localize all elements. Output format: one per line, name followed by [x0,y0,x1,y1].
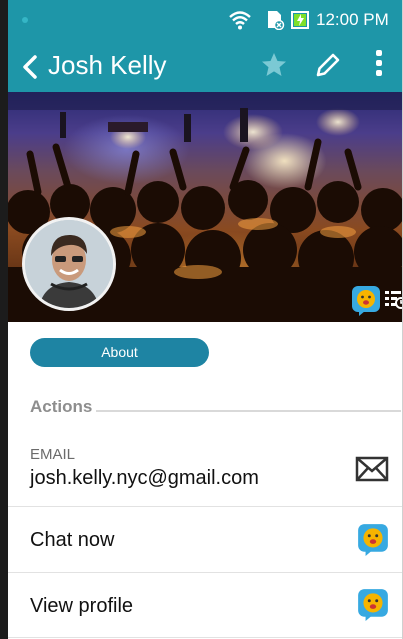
pencil-icon[interactable] [313,50,343,80]
contact-screen: 12:00 PM Josh Kelly About Actions EMAIL … [0,0,403,639]
about-button[interactable]: About [30,338,209,367]
sim-card-icon [268,11,285,30]
notification-dot-icon [22,17,28,23]
timeline-icon[interactable] [384,289,403,309]
email-value: josh.kelly.nyc@gmail.com [30,467,259,489]
wifi-icon [229,11,251,30]
chat-bubble-icon[interactable] [357,588,389,622]
page-title: Josh Kelly [48,50,167,80]
back-button[interactable] [18,53,44,81]
app-bar: Josh Kelly [8,40,402,92]
more-vertical-icon[interactable] [373,50,385,82]
battery-charging-icon [291,11,309,29]
row-divider [8,506,402,507]
row-divider [8,637,402,638]
avatar-portrait [25,220,113,308]
section-divider [96,410,401,412]
section-title-actions: Actions [30,397,93,416]
view-profile-label: View profile [30,595,134,617]
email-label: EMAIL [30,446,76,463]
mail-icon[interactable] [355,456,389,482]
chat-bubble-icon[interactable] [357,523,389,557]
chat-now-label: Chat now [30,529,115,551]
status-bar: 12:00 PM [8,0,402,40]
star-icon[interactable] [261,52,287,78]
chat-bubble-icon[interactable] [351,285,381,317]
avatar[interactable] [22,217,116,311]
row-divider [8,572,402,573]
status-time: 12:00 PM [316,10,389,29]
